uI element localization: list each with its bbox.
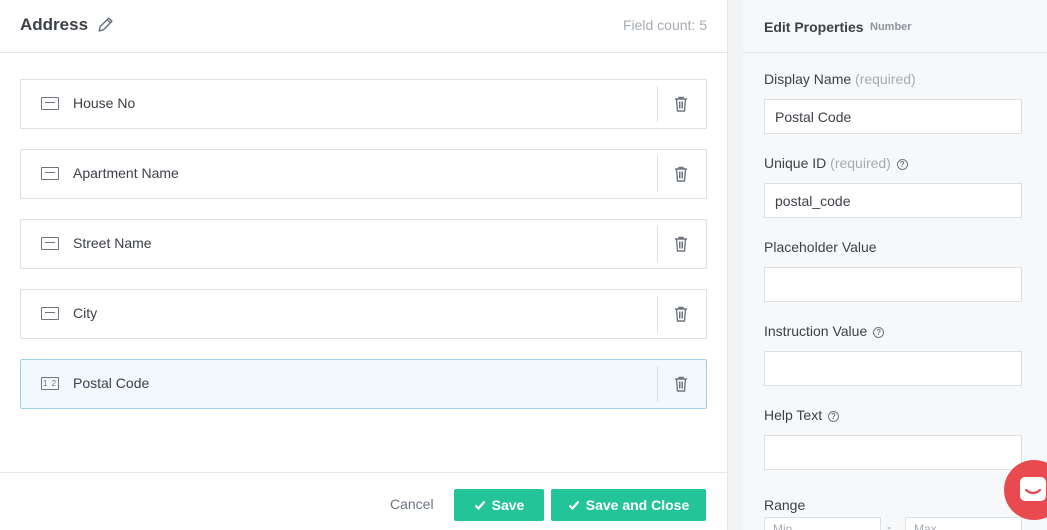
required-tag: (required) [855,71,916,87]
unique-id-input[interactable] [764,183,1022,218]
trash-icon[interactable] [674,166,688,182]
trash-icon[interactable] [674,96,688,112]
display-name-label: Display Name (required) [764,71,916,87]
field-row-street-name[interactable]: Street Name [20,219,707,269]
check-icon [568,500,580,511]
trash-icon[interactable] [674,236,688,252]
text-field-icon [41,97,59,110]
placeholder-label: Placeholder Value [764,239,877,255]
save-and-close-button[interactable]: Save and Close [551,489,706,521]
save-button-label: Save [491,497,525,513]
save-and-close-label: Save and Close [585,497,690,513]
display-name-input[interactable] [764,99,1022,134]
help-circle-icon[interactable]: ? [873,326,885,338]
form-title: Address [20,15,89,34]
text-field-icon [41,167,59,180]
field-row-apartment-name[interactable]: Apartment Name [20,149,707,199]
edit-properties-panel: Edit Properties Number Display Name (req… [743,0,1047,530]
form-header: Address Field count: 5 [0,0,727,53]
trash-icon[interactable] [674,376,688,392]
cancel-button[interactable]: Cancel [390,496,434,512]
chat-icon [1020,477,1046,501]
properties-header: Edit Properties Number [743,0,1047,53]
divider [657,366,658,402]
range-label: Range [764,497,806,513]
field-label: Apartment Name [73,165,179,181]
field-count: Field count: 5 [622,17,707,33]
check-icon [474,500,485,511]
edit-pencil-icon[interactable] [97,16,114,33]
number-field-icon: 1 2 [41,377,59,390]
instruction-input[interactable] [764,351,1022,386]
help-text-label: Help Text ? [764,407,839,423]
divider [657,226,658,262]
field-row-postal-code[interactable]: 1 2 Postal Code [20,359,707,409]
unique-id-label: Unique ID (required) ? [764,155,908,171]
field-label: Street Name [73,235,152,251]
field-label: Postal Code [73,375,150,391]
placeholder-input[interactable] [764,267,1022,302]
range-separator: - [887,520,891,530]
text-field-icon [41,307,59,320]
panel-divider [727,0,743,530]
field-row-city[interactable]: City [20,289,707,339]
trash-icon[interactable] [674,306,688,322]
range-min-input[interactable]: Min [764,517,881,530]
field-row-house-no[interactable]: House No [20,79,707,129]
field-label: City [73,305,98,321]
divider [657,86,658,122]
form-footer: Cancel Save Save and Close [0,472,727,530]
required-tag: (required) [830,155,891,171]
form-builder-panel: Address Field count: 5 House No Apartmen… [0,0,727,530]
help-text-input[interactable] [764,435,1022,470]
divider [657,156,658,192]
instruction-label: Instruction Value ? [764,323,885,339]
help-circle-icon[interactable]: ? [896,158,908,170]
help-circle-icon[interactable]: ? [828,410,839,422]
save-button[interactable]: Save [454,489,544,521]
range-max-input[interactable]: Max [905,517,1022,530]
properties-title: Edit Properties [764,19,864,35]
field-type-label: Number [870,21,912,33]
field-label: House No [73,95,136,111]
divider [657,296,658,332]
text-field-icon [41,237,59,250]
